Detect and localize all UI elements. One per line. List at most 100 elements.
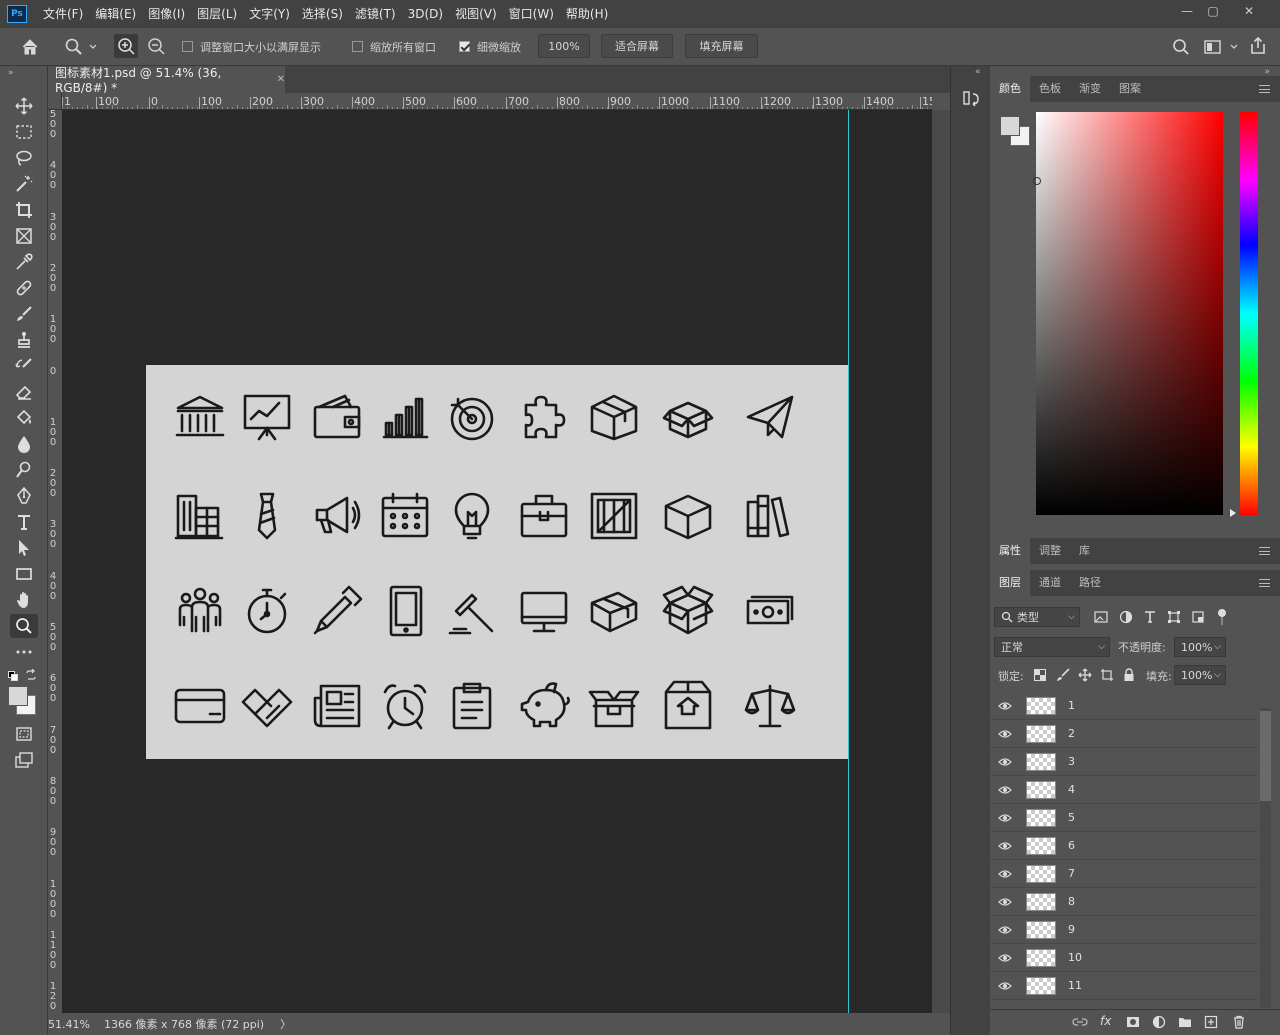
layer-thumbnail[interactable] — [1026, 752, 1056, 771]
layer-row[interactable]: 4 — [990, 776, 1258, 804]
blend-mode-select[interactable]: 正常 ⌵ — [994, 637, 1110, 657]
filter-smart-object-icon[interactable] — [1191, 610, 1205, 627]
fx-icon[interactable]: fx — [1100, 1014, 1111, 1028]
history-panel-icon[interactable] — [963, 88, 981, 111]
color-picker-marker[interactable] — [1033, 177, 1041, 185]
lasso-tool-icon[interactable] — [10, 146, 38, 170]
zoom-all-checkbox[interactable] — [352, 41, 363, 52]
layer-thumbnail[interactable] — [1026, 864, 1056, 883]
menu-item[interactable]: 图像(I) — [142, 0, 191, 28]
layer-filter-select[interactable]: 类型 ⌵ — [994, 607, 1080, 627]
share-icon[interactable] — [1249, 36, 1267, 59]
eye-icon[interactable] — [990, 701, 1020, 711]
zoom-tool-preset-icon[interactable] — [64, 37, 98, 60]
workspace-icon[interactable] — [1204, 38, 1244, 59]
default-colors-icon[interactable] — [8, 670, 18, 684]
layer-name[interactable]: 4 — [1068, 783, 1075, 796]
tab-properties-2[interactable]: 库 — [1070, 538, 1099, 564]
eye-icon[interactable] — [990, 813, 1020, 823]
quick-mask-icon[interactable] — [10, 722, 38, 746]
layer-row[interactable]: 5 — [990, 804, 1258, 832]
dodge-tool-icon[interactable] — [10, 458, 38, 482]
eye-icon[interactable] — [990, 785, 1020, 795]
scrubby-zoom-checkbox[interactable] — [459, 41, 470, 52]
document-scrollbar[interactable] — [932, 110, 950, 1013]
home-icon[interactable] — [20, 37, 40, 60]
layer-row[interactable]: 11 — [990, 972, 1258, 1000]
layer-thumbnail[interactable] — [1026, 976, 1056, 995]
layer-thumbnail[interactable] — [1026, 892, 1056, 911]
filter-type-icon[interactable] — [1143, 610, 1157, 627]
layer-name[interactable]: 10 — [1068, 951, 1082, 964]
move-tool-icon[interactable] — [10, 94, 38, 118]
layer-name[interactable]: 9 — [1068, 923, 1075, 936]
pen-tool-icon[interactable] — [10, 484, 38, 508]
eye-icon[interactable] — [990, 757, 1020, 767]
zoom-in-icon[interactable] — [114, 34, 138, 58]
tab-layers-2[interactable]: 路径 — [1070, 570, 1110, 596]
menu-item[interactable]: 图层(L) — [191, 0, 243, 28]
history-brush-tool-icon[interactable] — [10, 354, 38, 378]
new-layer-icon[interactable] — [1204, 1015, 1218, 1029]
layers-scrollbar-thumb[interactable] — [1260, 711, 1271, 801]
delete-layer-icon[interactable] — [1232, 1015, 1246, 1029]
filter-shape-icon[interactable] — [1167, 610, 1181, 627]
lock-pixels-icon[interactable] — [1056, 668, 1070, 685]
blur-tool-icon[interactable] — [10, 432, 38, 456]
tab-color-3[interactable]: 图案 — [1110, 76, 1150, 102]
stamp-tool-icon[interactable] — [10, 328, 38, 352]
zoom-level[interactable]: 51.41% — [48, 1018, 92, 1031]
new-adjustment-layer-icon[interactable] — [1152, 1015, 1166, 1029]
maximize-button[interactable]: ▢ — [1196, 0, 1230, 22]
layer-thumbnail[interactable] — [1026, 948, 1056, 967]
eye-icon[interactable] — [990, 729, 1020, 739]
menu-item[interactable]: 文字(Y) — [243, 0, 296, 28]
type-tool-icon[interactable] — [10, 510, 38, 534]
tab-layers-1[interactable]: 通道 — [1030, 570, 1070, 596]
filter-adjustment-icon[interactable] — [1119, 610, 1133, 627]
tab-layers-0[interactable]: 图层 — [990, 570, 1030, 596]
status-menu-arrow[interactable]: 〉 — [280, 1016, 291, 1032]
layer-name[interactable]: 5 — [1068, 811, 1075, 824]
eye-icon[interactable] — [990, 953, 1020, 963]
layer-thumbnail[interactable] — [1026, 808, 1056, 827]
menu-item[interactable]: 窗口(W) — [503, 0, 560, 28]
menu-item[interactable]: 帮助(H) — [560, 0, 614, 28]
eye-icon[interactable] — [990, 841, 1020, 851]
filter-toggle-icon[interactable] — [1218, 609, 1226, 625]
lock-artboard-icon[interactable] — [1100, 668, 1114, 685]
tab-color-1[interactable]: 色板 — [1030, 76, 1070, 102]
menu-item[interactable]: 3D(D) — [402, 0, 449, 28]
path-selection-tool-icon[interactable] — [10, 536, 38, 560]
layer-name[interactable]: 3 — [1068, 755, 1075, 768]
document-canvas[interactable] — [146, 365, 848, 759]
hand-tool-icon[interactable] — [10, 588, 38, 612]
menu-item[interactable]: 文件(F) — [37, 0, 89, 28]
layer-row[interactable]: 1 — [990, 692, 1258, 720]
ruler-origin[interactable] — [48, 93, 62, 110]
search-icon[interactable] — [1172, 38, 1190, 59]
close-tab-icon[interactable]: ✕ — [277, 74, 285, 85]
layer-name[interactable]: 1 — [1068, 699, 1075, 712]
layer-name[interactable]: 7 — [1068, 867, 1075, 880]
layer-name[interactable]: 2 — [1068, 727, 1075, 740]
layer-row[interactable]: 2 — [990, 720, 1258, 748]
color-panel-menu-icon[interactable] — [1259, 85, 1270, 93]
lock-position-icon[interactable] — [1078, 668, 1092, 685]
healing-brush-tool-icon[interactable] — [10, 276, 38, 300]
tab-properties-0[interactable]: 属性 — [990, 538, 1030, 564]
layer-row[interactable]: 3 — [990, 748, 1258, 776]
zoom-tool-icon[interactable] — [10, 614, 38, 638]
hue-slider[interactable] — [1240, 112, 1258, 515]
filter-pixel-icon[interactable] — [1094, 610, 1108, 627]
lock-all-icon[interactable] — [1123, 668, 1135, 685]
color-picker-field[interactable] — [1036, 112, 1223, 515]
hue-slider-handle[interactable] — [1230, 509, 1236, 517]
paint-bucket-tool-icon[interactable] — [10, 406, 38, 430]
fit-screen-button[interactable]: 适合屏幕 — [601, 34, 673, 58]
eye-icon[interactable] — [990, 981, 1020, 991]
fill-input[interactable]: 100% ⌵ — [1174, 665, 1226, 685]
zoom-100-button[interactable]: 100% — [538, 34, 590, 58]
rectangle-tool-icon[interactable] — [10, 562, 38, 586]
layer-name[interactable]: 8 — [1068, 895, 1075, 908]
